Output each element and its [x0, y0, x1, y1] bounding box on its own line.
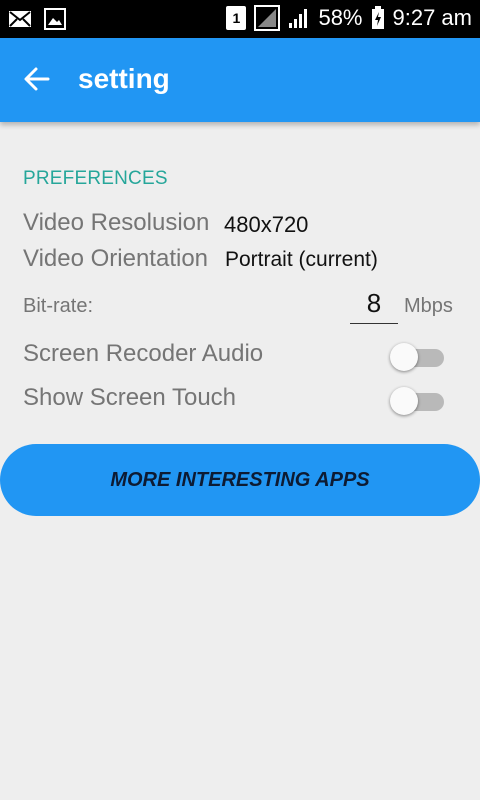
screen-touch-label: Show Screen Touch: [23, 384, 237, 411]
system-status: 1 58% 9:27 am: [226, 5, 472, 31]
battery-charging-icon: [371, 6, 385, 30]
screen-audio-label: Screen Recoder Audio: [23, 340, 264, 367]
bitrate-input[interactable]: 8: [350, 285, 398, 324]
sim-icon: 1: [226, 6, 247, 30]
screen-touch-toggle[interactable]: [390, 385, 446, 415]
video-orientation-value[interactable]: Portrait (current): [225, 248, 378, 272]
notification-icons: [8, 8, 66, 30]
video-resolution-value[interactable]: 480x720: [224, 212, 308, 238]
toggle-thumb: [390, 343, 418, 371]
page-title: setting: [78, 63, 170, 94]
status-bar: 1 58% 9:27 am: [0, 0, 480, 38]
clock: 9:27 am: [392, 5, 473, 30]
app-bar: setting: [0, 38, 480, 122]
preferences-header: PREFERENCES: [23, 168, 168, 189]
back-arrow-icon[interactable]: [22, 64, 52, 94]
more-interesting-apps-button[interactable]: MORE INTERESTING APPS: [0, 444, 480, 516]
mail-icon: [8, 8, 32, 30]
battery-percent: 58%: [318, 5, 363, 30]
toggle-thumb: [390, 387, 418, 415]
video-resolution-label: Video Resolusion: [23, 209, 210, 236]
bitrate-unit: Mbps: [404, 295, 453, 317]
screen-audio-toggle[interactable]: [390, 341, 446, 371]
signal-icon: [254, 5, 281, 31]
signal-bars-icon: [288, 7, 310, 29]
bitrate-label: Bit-rate:: [23, 295, 94, 317]
video-orientation-label: Video Orientation: [23, 245, 209, 272]
image-icon: [44, 8, 66, 30]
